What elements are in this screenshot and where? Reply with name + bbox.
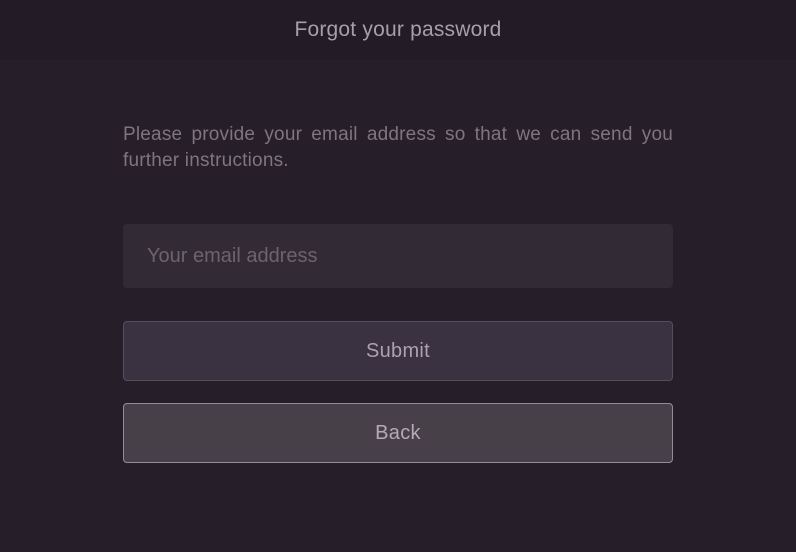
back-button[interactable]: Back — [123, 403, 673, 463]
page-title: Forgot your password — [294, 18, 501, 42]
submit-button[interactable]: Submit — [123, 321, 673, 381]
email-field[interactable] — [123, 224, 673, 288]
instruction-text: Please provide your email address so tha… — [123, 122, 673, 173]
forgot-password-form: Please provide your email address so tha… — [123, 60, 673, 463]
page-header: Forgot your password — [0, 0, 796, 60]
